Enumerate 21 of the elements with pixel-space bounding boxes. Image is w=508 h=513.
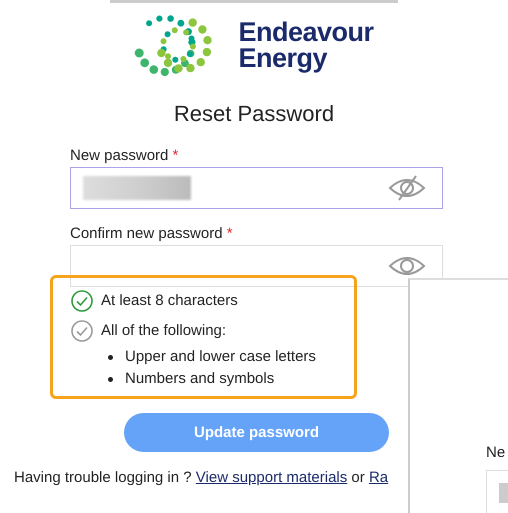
support-link[interactable]: View support materials: [196, 469, 348, 486]
required-mark: *: [226, 225, 233, 242]
requirement-text: Numbers and symbols: [125, 370, 274, 387]
bullet-icon: [108, 354, 113, 360]
password-field[interactable]: [70, 245, 443, 287]
requirement-text: At least 8 characters: [101, 292, 238, 310]
field-label: New password: [70, 147, 168, 164]
eye-slash-icon[interactable]: [388, 175, 426, 201]
page-title: Reset Password: [172, 101, 336, 127]
help-link[interactable]: Ra: [368, 469, 388, 486]
logo-text: Endeavour: [238, 19, 374, 45]
field-label: Ne: [486, 444, 506, 462]
field-label: Confirm new password: [70, 225, 223, 242]
help-text: Having trouble logging in ?: [14, 469, 193, 486]
logo-text: Energy: [238, 45, 328, 71]
requirement-text: Upper and lower case letters: [125, 348, 316, 365]
requirement-text: All of the following:: [101, 322, 226, 340]
password-field[interactable]: [70, 167, 443, 209]
required-mark: *: [172, 147, 178, 164]
bullet-icon: [108, 376, 113, 382]
help-text: or: [350, 469, 366, 486]
